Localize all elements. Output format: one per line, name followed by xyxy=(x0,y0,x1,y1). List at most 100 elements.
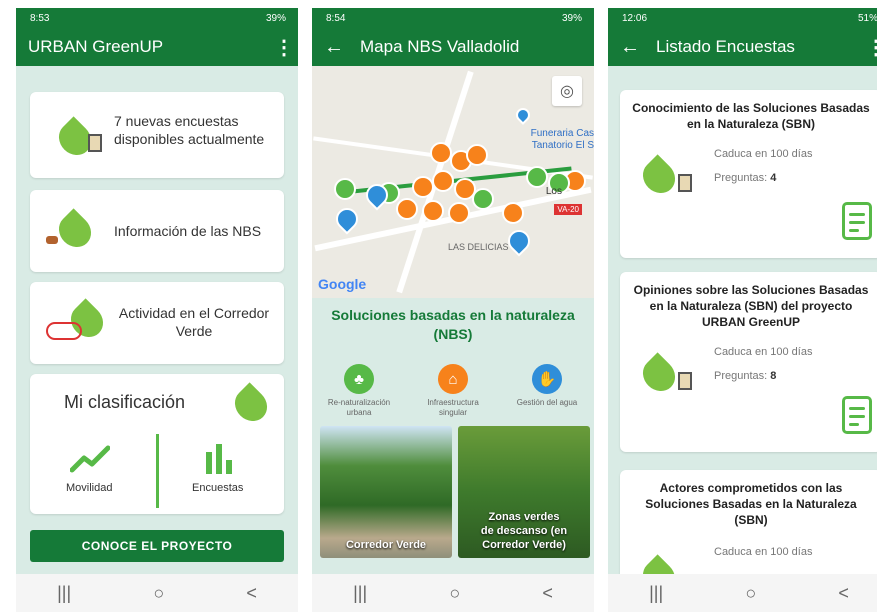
map-marker[interactable] xyxy=(466,144,488,166)
system-nav-bar: ||| ○ < xyxy=(312,574,594,612)
status-time: 8:54 xyxy=(326,12,346,24)
recents-button[interactable]: ||| xyxy=(57,583,71,604)
edit-survey-icon[interactable] xyxy=(842,202,872,240)
status-time: 12:06 xyxy=(622,12,648,24)
survey-card[interactable]: Actores comprometidos con las Soluciones… xyxy=(620,470,877,600)
map-label: Tanatorio El S xyxy=(531,140,594,151)
binoculars-icon xyxy=(46,236,58,244)
map-marker[interactable] xyxy=(396,198,418,220)
green-corridor-card[interactable]: Actividad en el Corredor Verde xyxy=(30,282,284,364)
clipboard-icon xyxy=(678,174,692,192)
map-marker[interactable] xyxy=(472,188,494,210)
edit-survey-icon[interactable] xyxy=(842,396,872,434)
survey-card[interactable]: Opiniones sobre las Soluciones Basadas e… xyxy=(620,272,877,452)
survey-expiry: Caduca en 100 días xyxy=(714,148,813,160)
bicycle-icon xyxy=(46,322,82,340)
category-renaturalization[interactable]: ♣ Re-naturalización urbana xyxy=(312,364,406,418)
card-text: disponibles actualmente xyxy=(114,131,265,147)
ranking-title: Mi clasificación xyxy=(64,392,186,412)
status-bar: 12:06 51% xyxy=(608,8,877,28)
back-nav-button[interactable]: < xyxy=(542,583,553,604)
questions-count: 4 xyxy=(770,172,777,184)
back-arrow-icon[interactable]: ← xyxy=(620,36,640,59)
system-nav-bar: ||| ○ < xyxy=(608,574,877,612)
back-nav-button[interactable]: < xyxy=(246,583,257,604)
survey-questions: Preguntas: 8 xyxy=(714,370,776,382)
caption-line: Corredor Verde) xyxy=(482,539,566,551)
screen-home: 8:53 39% URBAN GreenUP ⋮ 7 nuevas encues… xyxy=(16,8,298,612)
category-water[interactable]: ✋ Gestión del agua xyxy=(500,364,594,408)
bar-chart-icon xyxy=(206,444,232,474)
category-label: Infraestructura xyxy=(427,398,479,407)
recents-button[interactable]: ||| xyxy=(353,583,367,604)
card-text: Actividad en el Corredor xyxy=(118,305,270,321)
home-button[interactable]: ○ xyxy=(745,583,756,604)
nbs-info-card[interactable]: Información de las NBS xyxy=(30,190,284,272)
battery-level: 39% xyxy=(265,12,286,24)
status-bar: 8:54 39% xyxy=(312,8,594,28)
about-project-button[interactable]: CONOCE EL PROYECTO xyxy=(30,530,284,562)
map-label: Los xyxy=(545,186,562,197)
card-text: Verde xyxy=(175,323,213,339)
questions-count: 8 xyxy=(770,370,777,382)
caption-line: de descanso (en xyxy=(480,525,568,537)
overflow-menu-icon[interactable]: ⋮ xyxy=(866,35,877,60)
app-title: URBAN GreenUP xyxy=(28,37,164,56)
status-bar: 8:53 39% xyxy=(16,8,298,28)
map-marker[interactable] xyxy=(502,202,524,224)
photo-corredor-verde[interactable]: Corredor Verde xyxy=(320,426,452,558)
map-marker[interactable] xyxy=(513,105,533,125)
map-marker[interactable] xyxy=(334,178,356,200)
overflow-menu-icon[interactable]: ⋮ xyxy=(274,35,294,60)
map-marker[interactable] xyxy=(430,142,452,164)
map-label: Funeraria Cas xyxy=(530,128,594,139)
new-surveys-card[interactable]: 7 nuevas encuestas disponibles actualmen… xyxy=(30,92,284,178)
nbs-title-line: Soluciones basadas en la naturaleza xyxy=(331,307,575,323)
back-arrow-icon[interactable]: ← xyxy=(324,36,344,59)
clipboard-icon xyxy=(88,134,102,152)
map-marker[interactable] xyxy=(432,170,454,192)
survey-card[interactable]: Conocimiento de las Soluciones Basadas e… xyxy=(620,90,877,258)
battery-level: 51% xyxy=(857,12,877,24)
recents-button[interactable]: ||| xyxy=(649,583,663,604)
my-location-button[interactable]: ◎ xyxy=(552,76,582,106)
nbs-section-title: Soluciones basadas en la naturaleza (NBS… xyxy=(312,306,594,344)
survey-title-line: en la Naturaleza (SBN) del proyecto xyxy=(649,299,853,313)
photo-caption: Zonas verdes de descanso (en Corredor Ve… xyxy=(458,510,590,552)
water-hands-icon: ✋ xyxy=(532,364,562,394)
mobility-label: Movilidad xyxy=(66,482,113,494)
questions-label: Preguntas: xyxy=(714,370,768,382)
map-label: LAS DELICIAS xyxy=(448,242,509,252)
app-bar: ← Mapa NBS Valladolid xyxy=(312,28,594,66)
card-text: Información de las NBS xyxy=(114,223,262,239)
leaf-mascot-icon xyxy=(636,352,682,398)
survey-questions: Preguntas: 4 xyxy=(714,172,776,184)
nbs-title-line: (NBS) xyxy=(433,326,473,342)
photo-caption: Corredor Verde xyxy=(345,539,427,551)
divider xyxy=(156,434,159,508)
trend-up-icon xyxy=(70,445,110,473)
road-shield: VA-20 xyxy=(554,204,582,215)
leaf-mascot-icon xyxy=(228,382,274,428)
survey-title-line: Conocimiento de las Soluciones Basadas xyxy=(632,101,870,115)
home-button[interactable]: ○ xyxy=(153,583,164,604)
survey-title-line: Actores comprometidos con las xyxy=(659,481,843,495)
home-button[interactable]: ○ xyxy=(449,583,460,604)
screen-surveys: 12:06 51% ← Listado Encuestas ⋮ Conocimi… xyxy=(608,8,877,612)
map-marker[interactable] xyxy=(448,202,470,224)
map-marker[interactable] xyxy=(412,176,434,198)
map-marker[interactable] xyxy=(331,203,363,235)
survey-title: Actores comprometidos con las Soluciones… xyxy=(628,480,874,528)
survey-title-line: Soluciones Basadas en la Naturaleza xyxy=(645,497,857,511)
map-marker[interactable] xyxy=(422,200,444,222)
nbs-map[interactable]: ◎ Funeraria Cas Tanatorio El S Los VA-20… xyxy=(312,66,594,298)
category-infrastructure[interactable]: ⌂ Infraestructura singular xyxy=(406,364,500,418)
survey-title-line: en la Naturaleza (SBN) xyxy=(686,117,816,131)
system-nav-bar: ||| ○ < xyxy=(16,574,298,612)
ranking-card[interactable]: Mi clasificación Movilidad Encuestas xyxy=(30,374,284,514)
photo-zonas-verdes[interactable]: Zonas verdes de descanso (en Corredor Ve… xyxy=(458,426,590,558)
category-label: urbana xyxy=(346,408,372,417)
screen-map: 8:54 39% ← Mapa NBS Valladolid ◎ Funerar… xyxy=(312,8,594,612)
back-nav-button[interactable]: < xyxy=(838,583,849,604)
map-marker[interactable] xyxy=(526,166,548,188)
